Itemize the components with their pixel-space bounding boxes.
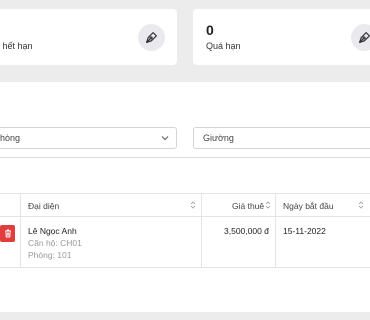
bed-filter-value: Giường <box>203 133 234 143</box>
tenant-room: Phòng: 101 <box>28 250 72 260</box>
bed-filter-select[interactable]: Giường <box>193 127 370 149</box>
sort-icon[interactable] <box>265 200 271 210</box>
delete-button[interactable] <box>0 225 15 242</box>
table-col-divider <box>275 193 276 268</box>
room-filter-value: hòng <box>0 133 21 143</box>
trash-icon <box>4 229 11 238</box>
stat-count-overdue: 0 <box>206 22 214 38</box>
contracts-panel <box>0 82 370 312</box>
room-filter-select[interactable]: hòng <box>0 127 177 149</box>
column-header-representative[interactable]: Đại diện <box>28 201 59 211</box>
chevron-down-icon <box>161 136 169 141</box>
table-bottom-border <box>0 267 370 268</box>
rent-price: 3,500,000 đ <box>224 226 269 236</box>
column-header-start-date[interactable]: Ngày bắt đầu <box>283 201 334 211</box>
table-header-border <box>0 216 370 217</box>
column-header-rent[interactable]: Giá thuê <box>232 201 264 211</box>
tenant-apartment: Căn hộ: CH01 <box>28 238 82 248</box>
tenant-name[interactable]: Lê Ngọc Anh <box>28 226 77 236</box>
sort-icon[interactable] <box>358 200 364 210</box>
stat-label-expiring: ắp hết hạn <box>0 41 33 51</box>
pen-nib-icon <box>351 24 370 51</box>
stat-label-overdue: Quá hạn <box>206 41 241 51</box>
stat-card-expiring: ắp hết hạn <box>0 9 177 65</box>
start-date: 15-11-2022 <box>283 226 326 236</box>
table-col-divider <box>201 193 202 268</box>
table-col-divider <box>20 193 21 268</box>
stat-card-overdue: 0 Quá hạn <box>193 9 370 65</box>
sort-icon[interactable] <box>190 200 196 210</box>
search-input[interactable] <box>0 153 370 158</box>
table-top-border <box>0 193 370 194</box>
pen-nib-icon <box>138 24 165 51</box>
